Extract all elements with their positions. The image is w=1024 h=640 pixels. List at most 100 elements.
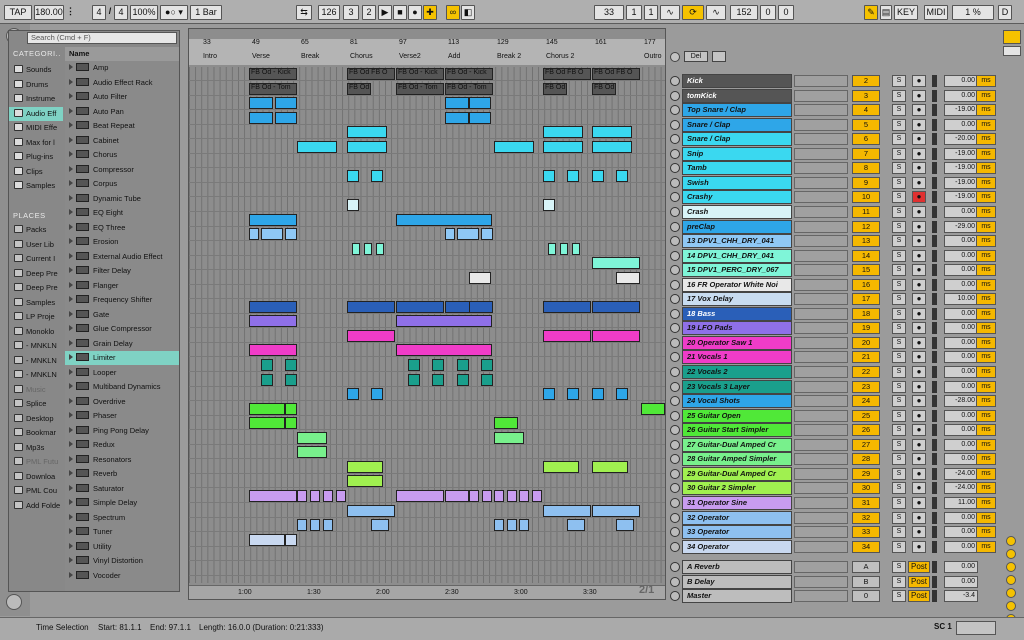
clip[interactable] — [494, 140, 534, 153]
track-name[interactable]: Swish — [682, 175, 792, 190]
clip[interactable] — [285, 417, 297, 430]
track-activator[interactable]: 3 — [852, 89, 880, 102]
volume-field[interactable]: -28.00 — [944, 395, 978, 408]
clip-slot[interactable] — [794, 438, 848, 451]
clip[interactable] — [616, 169, 628, 182]
track-name[interactable]: 20 Operator Saw 1 — [682, 335, 792, 350]
clip[interactable]: FB Od - Tom — [249, 82, 297, 95]
track-activator[interactable]: 15 — [852, 264, 880, 277]
file-item[interactable]: Phaser — [65, 409, 179, 423]
clip-slot[interactable] — [794, 453, 848, 466]
arm-record-icon[interactable]: ● — [912, 235, 926, 248]
clip[interactable] — [543, 504, 591, 517]
expand-arrow-icon[interactable] — [69, 252, 73, 259]
track-header[interactable]: 25 Guitar Open 25 S ● 0.00 ms — [670, 408, 1022, 423]
track-header[interactable]: Snip 7 S ● -19.00 ms — [670, 146, 1022, 161]
track-header[interactable]: 29 Guitar-Dual Amped Cr 29 S ● -24.00 ms — [670, 466, 1022, 481]
locator-marker[interactable]: Intro — [203, 53, 217, 60]
track-header[interactable]: Swish 9 S ● -19.00 ms — [670, 175, 1022, 190]
quantization-select[interactable]: 1 Bar — [190, 5, 222, 20]
clip-slot[interactable] — [794, 424, 848, 437]
track-header[interactable]: 13 DPV1_CHH_DRY_041 13 S ● 0.00 ms — [670, 234, 1022, 249]
clip[interactable] — [396, 344, 492, 357]
places-item[interactable]: Packs — [9, 223, 63, 237]
track-stop-icon[interactable] — [670, 236, 680, 247]
track-header[interactable]: Tamb 8 S ● -19.00 ms — [670, 161, 1022, 176]
clip[interactable]: FB Od FB O — [543, 68, 591, 80]
locator-marker[interactable]: Chorus 2 — [546, 53, 574, 60]
clip[interactable] — [371, 169, 383, 182]
solo-button[interactable]: S — [892, 395, 906, 408]
arm-record-icon[interactable]: ● — [912, 205, 926, 218]
track-name[interactable]: Snip — [682, 146, 792, 161]
zoom-field[interactable]: 100% — [130, 5, 158, 20]
clip[interactable] — [548, 242, 556, 255]
clip-slot[interactable] — [794, 176, 848, 189]
arm-record-icon[interactable]: ● — [912, 467, 926, 480]
track-activator[interactable]: B — [852, 575, 880, 588]
clip[interactable] — [364, 242, 372, 255]
track-header[interactable]: preClap 12 S ● -29.00 ms — [670, 219, 1022, 234]
clip[interactable] — [297, 519, 307, 532]
clip[interactable] — [371, 388, 383, 401]
clip[interactable] — [469, 111, 491, 124]
expand-arrow-icon[interactable] — [69, 136, 73, 143]
clip[interactable] — [567, 388, 579, 401]
midi-map-button[interactable]: MIDI — [924, 5, 948, 20]
track-stop-icon[interactable] — [670, 177, 680, 188]
clip[interactable]: FB Od — [543, 82, 567, 95]
clip-slot[interactable] — [794, 220, 848, 233]
clip[interactable] — [347, 169, 359, 182]
clip[interactable] — [347, 126, 387, 139]
clip[interactable] — [616, 519, 634, 532]
volume-field[interactable]: 0.00 — [944, 307, 978, 320]
clip[interactable] — [567, 519, 585, 532]
clip-slot[interactable] — [794, 409, 848, 422]
position-sub[interactable]: 2 — [362, 5, 376, 20]
clip[interactable] — [347, 460, 383, 473]
track-stop-icon[interactable] — [670, 134, 680, 145]
expand-arrow-icon[interactable] — [69, 513, 73, 520]
loop-length-bar[interactable]: 152 — [730, 5, 758, 20]
track-lane[interactable] — [189, 576, 665, 583]
clip-slot[interactable] — [794, 351, 848, 364]
arm-record-icon[interactable]: ● — [912, 336, 926, 349]
computer-keyboard-icon[interactable]: ▤ — [880, 5, 892, 20]
solo-button[interactable]: S — [892, 409, 906, 422]
loop-length-sub[interactable]: 0 — [778, 5, 794, 20]
delay-unit-button[interactable]: ms — [976, 496, 996, 509]
track-lane[interactable] — [189, 445, 665, 460]
clip-slot[interactable] — [794, 511, 848, 524]
clip[interactable] — [297, 140, 337, 153]
track-name[interactable]: Tamb — [682, 161, 792, 176]
clip[interactable] — [494, 489, 504, 502]
volume-field[interactable]: -24.00 — [944, 467, 978, 480]
locator-marker[interactable]: Outro — [644, 53, 662, 60]
solo-button[interactable]: S — [892, 467, 906, 480]
expand-arrow-icon[interactable] — [69, 296, 73, 302]
expand-arrow-icon[interactable] — [69, 383, 73, 389]
volume-field[interactable]: 0.00 — [944, 409, 978, 422]
track-activator[interactable]: 23 — [852, 380, 880, 393]
locator-marker[interactable]: Add — [448, 53, 460, 60]
back-to-arrangement-icon[interactable]: ◧ — [461, 5, 475, 20]
volume-field[interactable]: 10.00 — [944, 293, 978, 306]
automation-arm-icon[interactable]: ∞ — [446, 5, 460, 20]
solo-button[interactable]: S — [892, 366, 906, 378]
arm-record-icon[interactable]: ● — [912, 278, 926, 291]
track-stop-icon[interactable] — [670, 367, 680, 377]
clip[interactable] — [519, 519, 529, 532]
track-stop-icon[interactable] — [670, 410, 680, 421]
track-stop-icon[interactable] — [670, 119, 680, 130]
clip[interactable] — [249, 97, 273, 110]
delay-unit-button[interactable]: ms — [976, 482, 996, 495]
track-activator[interactable]: 0 — [852, 590, 880, 603]
track-stop-icon[interactable] — [670, 591, 680, 602]
volume-field[interactable]: 0.00 — [944, 235, 978, 248]
track-name[interactable]: Snare / Clap — [682, 117, 792, 132]
clip[interactable] — [494, 431, 524, 444]
track-stop-icon[interactable] — [670, 468, 680, 479]
clip[interactable] — [249, 300, 297, 313]
track-header[interactable]: 31 Operator Sine 31 S ● 11.00 ms — [670, 495, 1022, 510]
track-activator[interactable]: 31 — [852, 496, 880, 509]
